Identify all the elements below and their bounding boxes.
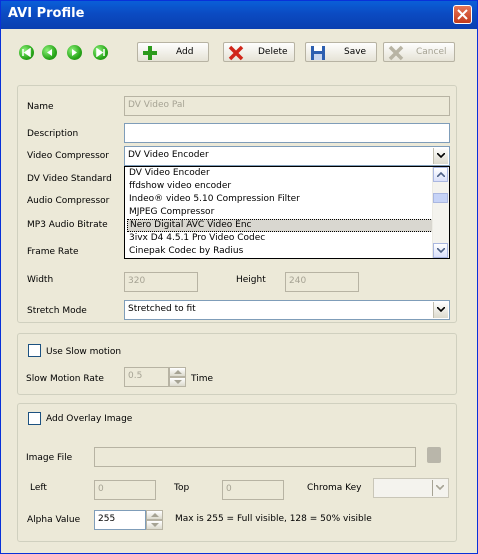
height-label: Height xyxy=(236,275,266,285)
alpha-hint-text: Max is 255 = Full visible, 128 = 50% vis… xyxy=(175,514,372,524)
top-field[interactable]: 0 xyxy=(222,480,284,500)
left-label: Left xyxy=(30,483,47,493)
chevron-up-icon xyxy=(174,370,182,374)
height-field[interactable]: 240 xyxy=(285,272,359,292)
stretch-mode-value: Stretched to fit xyxy=(128,304,196,314)
mp3-audio-bitrate-label: MP3 Audio Bitrate xyxy=(27,220,108,230)
delete-icon xyxy=(228,45,244,61)
browse-image-button[interactable] xyxy=(427,447,441,463)
description-label: Description xyxy=(27,129,79,139)
stretch-mode-dropdown-button[interactable] xyxy=(433,302,448,318)
width-label: Width xyxy=(27,275,54,285)
dropdown-option[interactable]: DV Video Encoder xyxy=(127,168,210,181)
next-record-button[interactable] xyxy=(67,45,82,60)
delete-button[interactable]: Delete xyxy=(223,42,295,62)
video-compressor-dropdown-list[interactable]: DV Video Encoder ffdshow video encoder I… xyxy=(124,166,450,259)
cancel-label: Cancel xyxy=(416,47,447,57)
chroma-key-dropdown-button[interactable] xyxy=(432,480,447,496)
dropdown-option[interactable]: ffdshow video encoder xyxy=(127,181,231,194)
delete-label: Delete xyxy=(258,47,288,57)
use-slow-motion-checkbox[interactable] xyxy=(28,344,41,357)
previous-icon xyxy=(47,49,52,56)
image-file-field[interactable] xyxy=(94,447,416,467)
chevron-down-icon xyxy=(437,153,445,158)
cancel-icon xyxy=(388,45,404,61)
chroma-key-label: Chroma Key xyxy=(307,483,362,493)
save-icon xyxy=(311,46,325,60)
cancel-button[interactable]: Cancel xyxy=(383,42,455,62)
alpha-value-field[interactable]: 255 xyxy=(94,510,146,530)
alpha-value-label: Alpha Value xyxy=(27,515,81,525)
chevron-up-icon xyxy=(437,172,445,177)
close-button[interactable] xyxy=(453,5,472,24)
slow-motion-group xyxy=(17,333,457,395)
save-label: Save xyxy=(344,47,367,57)
close-icon xyxy=(457,9,468,20)
audio-compressor-label: Audio Compressor xyxy=(27,196,110,206)
stepper-down-button[interactable] xyxy=(146,520,163,530)
video-compressor-dropdown-button[interactable] xyxy=(433,148,448,164)
left-field[interactable]: 0 xyxy=(94,480,156,500)
image-file-label: Image File xyxy=(26,453,73,463)
stretch-mode-label: Stretch Mode xyxy=(27,306,87,316)
stepper-down-button[interactable] xyxy=(169,377,186,387)
first-icon xyxy=(22,48,31,57)
dropdown-option[interactable]: 3ivx D4 4.5.1 Pro Video Codec xyxy=(127,233,265,246)
name-field[interactable]: DV Video Pal xyxy=(124,96,450,116)
chevron-down-icon xyxy=(174,380,182,384)
save-button[interactable]: Save xyxy=(305,42,377,62)
dropdown-scrollbar[interactable] xyxy=(432,167,449,258)
name-label: Name xyxy=(27,102,54,112)
stepper-up-button[interactable] xyxy=(169,367,186,377)
dropdown-option-selected[interactable]: Nero Digital AVC Video Enc xyxy=(127,219,433,232)
slow-motion-rate-field[interactable]: 0.5 xyxy=(124,367,169,387)
add-overlay-image-checkbox[interactable] xyxy=(28,412,41,425)
video-compressor-label: Video Compressor xyxy=(27,151,109,161)
add-label: Add xyxy=(176,47,194,57)
chroma-key-select[interactable] xyxy=(373,478,449,498)
video-compressor-select[interactable]: DV Video Encoder xyxy=(124,146,450,166)
time-label: Time xyxy=(191,374,214,384)
next-icon xyxy=(72,49,77,56)
slow-motion-rate-stepper[interactable] xyxy=(169,367,186,387)
dropdown-option[interactable]: Indeo® video 5.10 Compression Filter xyxy=(127,194,300,207)
dv-video-standard-label: DV Video Standard xyxy=(27,174,112,184)
slow-motion-rate-label: Slow Motion Rate xyxy=(26,374,104,384)
chevron-up-icon xyxy=(151,513,159,517)
stretch-mode-select[interactable]: Stretched to fit xyxy=(124,300,450,320)
previous-record-button[interactable] xyxy=(42,45,57,60)
alpha-value-stepper[interactable] xyxy=(146,510,163,530)
top-label: Top xyxy=(174,483,190,493)
add-icon xyxy=(143,46,157,60)
chevron-down-icon xyxy=(437,307,445,312)
scroll-down-button[interactable] xyxy=(433,243,448,258)
use-slow-motion-label: Use Slow motion xyxy=(46,347,122,357)
width-field[interactable]: 320 xyxy=(124,272,198,292)
add-button[interactable]: Add xyxy=(137,42,209,62)
scroll-up-button[interactable] xyxy=(433,167,448,182)
description-field[interactable] xyxy=(124,123,450,143)
scroll-thumb[interactable] xyxy=(433,193,448,203)
frame-rate-label: Frame Rate xyxy=(27,247,79,257)
last-record-button[interactable] xyxy=(93,45,108,60)
first-record-button[interactable] xyxy=(19,45,34,60)
title-bar[interactable]: AVI Profile xyxy=(1,1,477,29)
chevron-down-icon xyxy=(437,248,445,253)
window-title: AVI Profile xyxy=(8,6,85,21)
chevron-down-icon xyxy=(436,485,444,490)
video-compressor-value: DV Video Encoder xyxy=(128,150,209,160)
dropdown-option[interactable]: Cinepak Codec by Radius xyxy=(127,246,243,259)
chevron-down-icon xyxy=(151,523,159,527)
last-icon xyxy=(96,48,105,57)
stepper-up-button[interactable] xyxy=(146,510,163,520)
add-overlay-image-label: Add Overlay Image xyxy=(46,414,133,424)
